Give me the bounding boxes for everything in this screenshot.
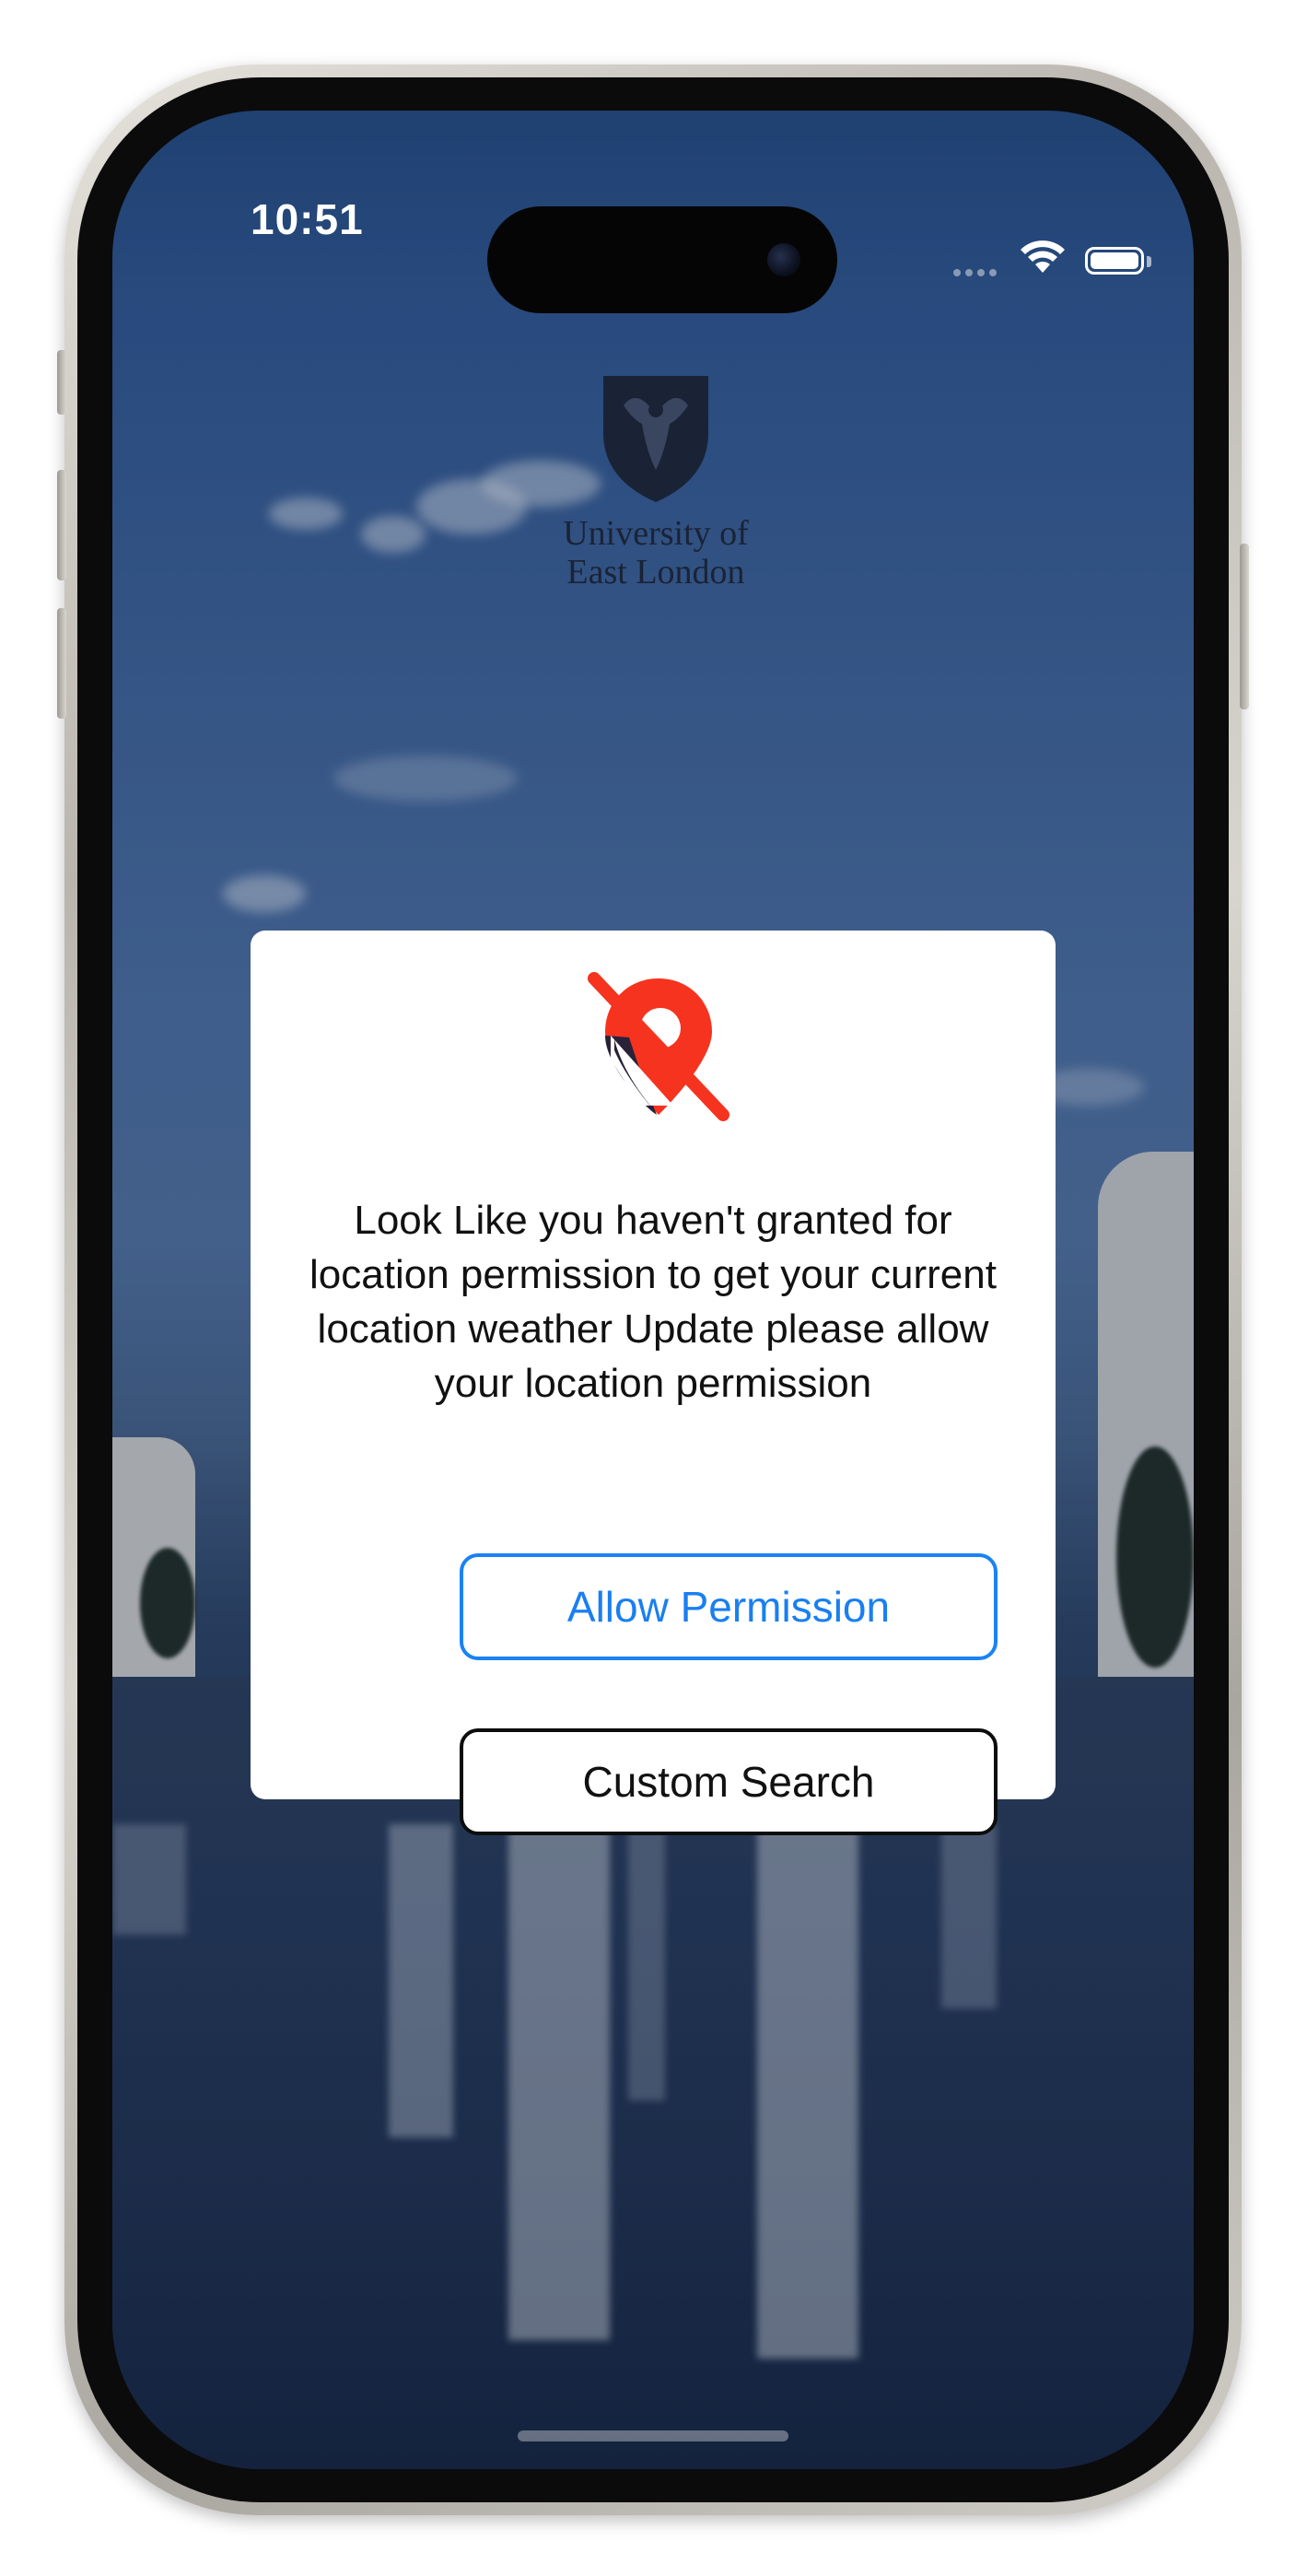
volume-down-button <box>57 608 66 719</box>
allow-permission-button[interactable]: Allow Permission <box>460 1553 998 1660</box>
screen: 10:51 University of East London Look Lik… <box>112 111 1194 2469</box>
camera-icon <box>767 243 800 276</box>
logo-text-line1: University of <box>563 514 749 553</box>
home-indicator[interactable] <box>518 2430 788 2441</box>
logo-text-line2: East London <box>566 553 745 591</box>
permission-dialog: Look Like you haven't granted for locati… <box>251 931 1056 1835</box>
battery-icon <box>1085 247 1144 275</box>
university-logo: University of East London <box>462 369 849 591</box>
phone-frame: 10:51 University of East London Look Lik… <box>57 64 1249 2515</box>
action-button <box>57 350 66 415</box>
wifi-icon <box>1020 240 1066 281</box>
volume-up-button <box>57 470 66 580</box>
dynamic-island <box>487 206 837 313</box>
status-bar: 10:51 <box>112 111 1194 313</box>
status-time: 10:51 <box>251 195 364 243</box>
custom-search-button[interactable]: Custom Search <box>460 1728 998 1835</box>
location-off-icon <box>585 967 732 1124</box>
cellular-signal-icon <box>953 269 997 276</box>
power-button <box>1240 544 1249 709</box>
battery-tip <box>1147 256 1151 267</box>
permission-message: Look Like you haven't granted for locati… <box>309 1198 997 1406</box>
phoenix-crest-icon <box>603 376 708 502</box>
